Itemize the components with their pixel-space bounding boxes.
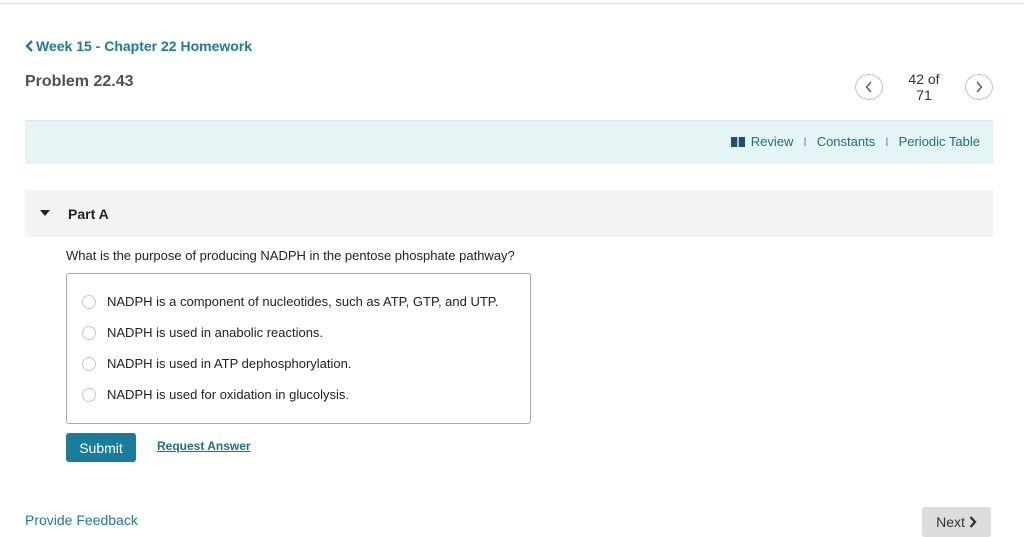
separator: I [803,134,807,149]
next-label: Next [936,514,965,530]
previous-problem-button[interactable] [855,74,883,100]
option-label: NADPH is a component of nucleotides, suc… [107,294,499,309]
answer-option[interactable]: NADPH is used in anabolic reactions. [82,325,323,340]
chevron-right-icon [969,516,977,528]
resource-links: Review I Constants I Periodic Table [730,134,980,149]
request-answer-link[interactable]: Request Answer [157,439,251,453]
option-label: NADPH is used for oxidation in glucolysi… [107,387,350,402]
option-label: NADPH is used in anabolic reactions. [107,325,324,340]
submit-button[interactable]: Submit [66,433,136,462]
top-divider [0,3,1024,4]
option-label: NADPH is used in ATP dephosphorylation. [107,356,352,371]
caret-down-icon [40,210,50,217]
breadcrumb-back-link[interactable]: Week 15 - Chapter 22 Homework [25,38,252,54]
answer-option[interactable]: NADPH is used in ATP dephosphorylation. [82,356,352,371]
problem-position: 42 of 71 [908,71,940,103]
answer-options: NADPH is a component of nucleotides, suc… [66,273,531,424]
answer-option[interactable]: NADPH is a component of nucleotides, suc… [82,294,498,309]
part-a-header[interactable]: Part A [25,190,993,237]
problem-pager: 42 of 71 [855,71,993,103]
review-link[interactable]: Review [751,134,794,149]
book-icon [730,136,745,147]
next-problem-button[interactable] [965,74,993,100]
next-button[interactable]: Next [922,507,991,537]
radio-button[interactable] [82,356,96,371]
chevron-left-icon [25,40,33,52]
problem-title: Problem 22.43 [25,73,134,90]
provide-feedback-link[interactable]: Provide Feedback [25,512,138,528]
resource-bar: Review I Constants I Periodic Table [25,120,993,164]
constants-link[interactable]: Constants [817,134,876,149]
periodic-table-link[interactable]: Periodic Table [899,134,980,149]
separator: I [885,134,889,149]
chevron-right-icon [976,81,983,93]
radio-button[interactable] [82,294,96,309]
radio-button[interactable] [82,325,96,340]
answer-option[interactable]: NADPH is used for oxidation in glucolysi… [82,387,349,402]
part-title: Part A [68,205,109,222]
breadcrumb-label: Week 15 - Chapter 22 Homework [36,38,253,54]
question-text: What is the purpose of producing NADPH i… [66,248,515,263]
chevron-left-icon [865,81,872,93]
radio-button[interactable] [82,387,96,402]
